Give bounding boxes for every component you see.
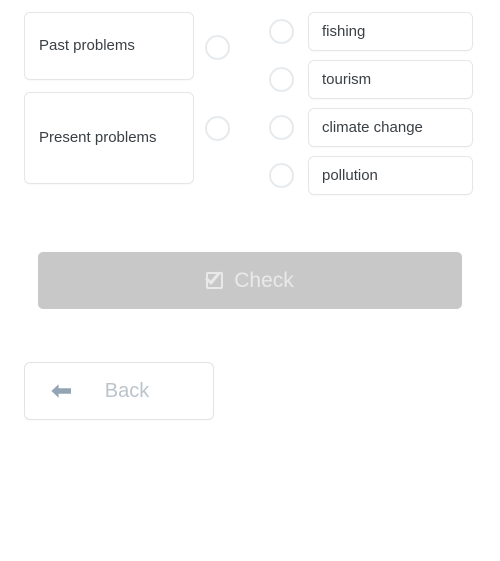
back-button-label: Back: [104, 379, 150, 402]
prompt-radio-slot: [205, 82, 231, 174]
prompt-radio-past-problems[interactable]: [205, 34, 230, 60]
prompt-card-present-problems[interactable]: Present problems: [24, 92, 194, 184]
answer-radio-climate-change[interactable]: [269, 115, 294, 140]
answer-label: tourism: [322, 71, 372, 88]
prompt-card-past-problems[interactable]: Past problems: [24, 12, 194, 80]
check-button-label: Check: [234, 268, 294, 292]
check-button[interactable]: Check: [38, 252, 462, 309]
answer-row: fishing: [269, 12, 474, 51]
answer-box-pollution[interactable]: pollution: [308, 156, 473, 195]
prompt-radio-column: [205, 12, 231, 174]
answer-label: climate change: [322, 119, 423, 136]
prompt-card-spacer: [24, 80, 194, 92]
prompt-card-label: Past problems: [39, 37, 135, 55]
answer-box-tourism[interactable]: tourism: [308, 60, 473, 99]
answer-row: tourism: [269, 60, 474, 99]
answer-column: fishing tourism climate change pollution: [269, 12, 474, 195]
prompt-radio-present-problems[interactable]: [205, 115, 230, 141]
back-button[interactable]: Back: [24, 362, 214, 420]
matching-exercise: Past problems Present problems fishing t…: [0, 0, 500, 210]
answer-row: pollution: [269, 156, 474, 195]
answer-label: fishing: [322, 23, 366, 40]
answer-radio-pollution[interactable]: [269, 163, 294, 188]
prompt-column: Past problems Present problems: [24, 12, 194, 184]
check-square-icon: [205, 268, 225, 290]
prompt-card-label: Present problems: [39, 129, 157, 147]
answer-box-climate-change[interactable]: climate change: [308, 108, 473, 147]
answer-label: pollution: [322, 167, 378, 184]
answer-box-fishing[interactable]: fishing: [308, 12, 473, 51]
answer-radio-fishing[interactable]: [269, 19, 294, 44]
answer-radio-tourism[interactable]: [269, 67, 294, 92]
prompt-radio-slot: [205, 12, 231, 82]
arrow-left-icon: [51, 384, 71, 398]
answer-row: climate change: [269, 108, 474, 147]
